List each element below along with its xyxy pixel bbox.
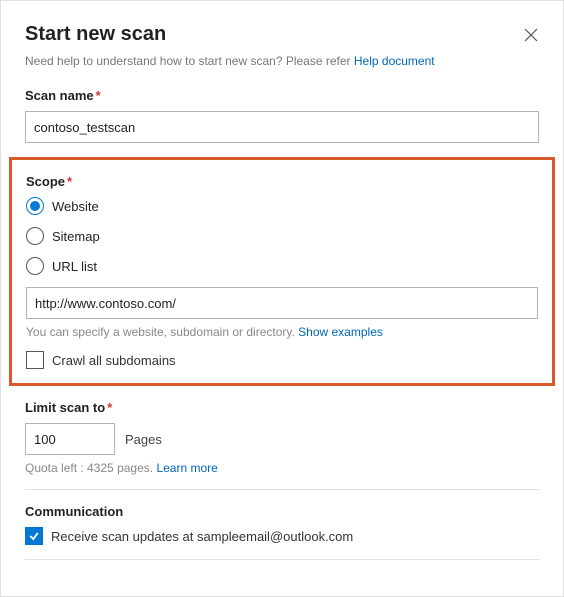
learn-more-link[interactable]: Learn more bbox=[156, 461, 217, 475]
divider bbox=[25, 559, 539, 560]
required-marker: * bbox=[96, 88, 101, 103]
close-icon[interactable] bbox=[523, 27, 539, 43]
radio-icon bbox=[26, 227, 44, 245]
scope-option-sitemap[interactable]: Sitemap bbox=[26, 227, 538, 245]
radio-label: URL list bbox=[52, 259, 97, 274]
checkbox-icon bbox=[26, 351, 44, 369]
scope-section: Scope* Website Sitemap URL list You can … bbox=[9, 157, 555, 386]
limit-input[interactable] bbox=[25, 423, 115, 455]
scope-label: Scope* bbox=[26, 174, 538, 189]
start-scan-dialog: Start new scan Need help to understand h… bbox=[0, 0, 564, 597]
limit-section: Limit scan to* Pages Quota left : 4325 p… bbox=[25, 400, 539, 475]
required-marker: * bbox=[67, 174, 72, 189]
scan-name-input[interactable] bbox=[25, 111, 539, 143]
scope-option-website[interactable]: Website bbox=[26, 197, 538, 215]
dialog-header: Start new scan bbox=[25, 23, 539, 46]
scope-hint: You can specify a website, subdomain or … bbox=[26, 325, 538, 339]
communication-label: Communication bbox=[25, 504, 539, 519]
quota-hint: Quota left : 4325 pages. Learn more bbox=[25, 461, 539, 475]
limit-row: Pages bbox=[25, 423, 539, 455]
checkbox-label: Receive scan updates at sampleemail@outl… bbox=[51, 529, 353, 544]
radio-icon bbox=[26, 197, 44, 215]
checkbox-icon bbox=[25, 527, 43, 545]
limit-unit: Pages bbox=[125, 432, 162, 447]
radio-label: Website bbox=[52, 199, 99, 214]
crawl-subdomains-checkbox[interactable]: Crawl all subdomains bbox=[26, 351, 538, 369]
radio-icon bbox=[26, 257, 44, 275]
scan-name-label: Scan name* bbox=[25, 88, 539, 103]
divider bbox=[25, 489, 539, 490]
help-line: Need help to understand how to start new… bbox=[25, 54, 539, 68]
radio-label: Sitemap bbox=[52, 229, 100, 244]
help-text: Need help to understand how to start new… bbox=[25, 54, 354, 68]
scope-option-urllist[interactable]: URL list bbox=[26, 257, 538, 275]
scan-name-section: Scan name* bbox=[25, 88, 539, 143]
receive-updates-checkbox[interactable]: Receive scan updates at sampleemail@outl… bbox=[25, 527, 539, 545]
show-examples-link[interactable]: Show examples bbox=[298, 325, 383, 339]
communication-section: Communication Receive scan updates at sa… bbox=[25, 504, 539, 545]
checkbox-label: Crawl all subdomains bbox=[52, 353, 176, 368]
dialog-title: Start new scan bbox=[25, 23, 166, 46]
required-marker: * bbox=[107, 400, 112, 415]
help-document-link[interactable]: Help document bbox=[354, 54, 435, 68]
scope-url-input[interactable] bbox=[26, 287, 538, 319]
limit-label: Limit scan to* bbox=[25, 400, 539, 415]
